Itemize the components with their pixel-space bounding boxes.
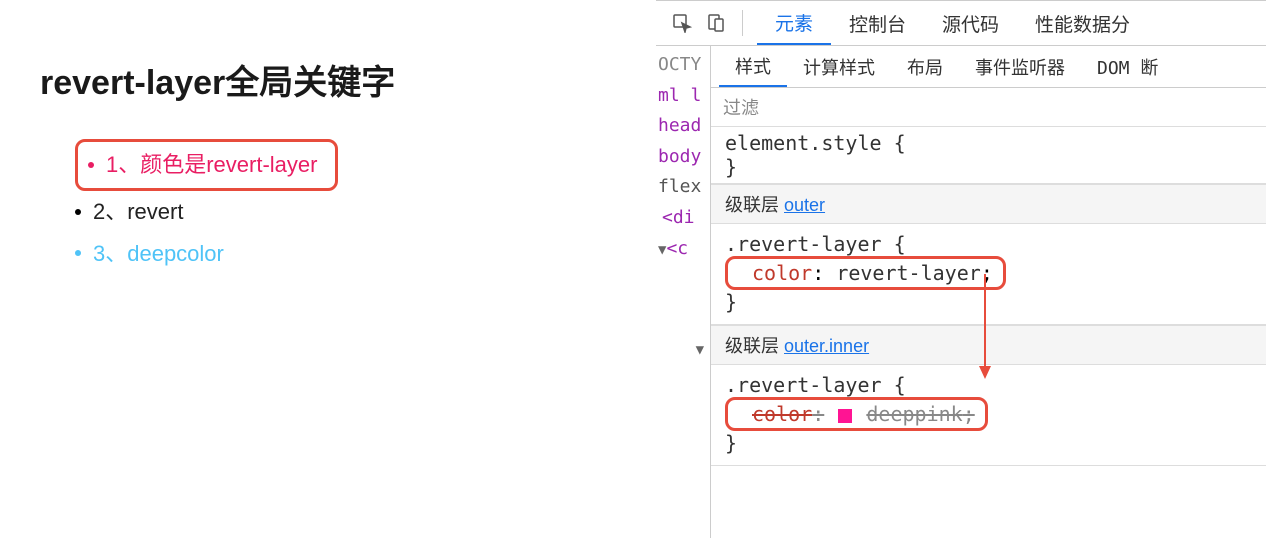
tab-performance[interactable]: 性能数据分 <box>1017 1 1148 45</box>
css-property[interactable]: color <box>752 402 812 426</box>
list-item-text: 1、颜色是revert-layer <box>106 144 317 186</box>
dom-line[interactable]: ml l <box>656 81 710 112</box>
separator <box>742 10 743 36</box>
css-value[interactable]: revert-layer <box>836 261 981 285</box>
dom-line[interactable]: <di <box>656 203 710 234</box>
tab-console[interactable]: 控制台 <box>831 1 924 45</box>
dom-line[interactable]: ▼<c <box>656 234 710 265</box>
element-style-rule[interactable]: element.style { } <box>711 127 1266 184</box>
dom-line[interactable]: body <box>656 142 710 173</box>
tab-elements[interactable]: 元素 <box>757 1 831 45</box>
dom-line[interactable]: head <box>656 111 710 142</box>
dom-line[interactable]: ▼ <box>656 334 710 365</box>
filter-input[interactable]: 过滤 <box>711 88 1266 127</box>
selector: element.style <box>725 131 882 155</box>
device-icon[interactable] <box>704 11 728 35</box>
dom-tree[interactable]: OCTY ml l head body flex <di ▼<c ▼ <box>656 46 710 538</box>
subtab-layout[interactable]: 布局 <box>891 46 959 87</box>
subtab-computed[interactable]: 计算样式 <box>787 46 891 87</box>
page-preview: revert-layer全局关键字 1、颜色是revert-layer 2、re… <box>0 0 656 538</box>
styles-panel: 样式 计算样式 布局 事件监听器 DOM 断 过滤 element.style … <box>710 46 1266 538</box>
list-item: 2、revert <box>75 191 616 233</box>
bullet-icon <box>75 250 81 256</box>
css-property[interactable]: color <box>752 261 812 285</box>
highlight-box: color: revert-layer; <box>725 256 1006 290</box>
list-item-text: 2、revert <box>93 191 183 233</box>
color-swatch-icon[interactable] <box>838 409 852 423</box>
bullet-icon <box>75 209 81 215</box>
tab-sources[interactable]: 源代码 <box>924 1 1017 45</box>
open-brace: { <box>894 131 906 155</box>
css-value[interactable]: deeppink <box>866 402 962 426</box>
close-brace: } <box>725 290 737 314</box>
css-rule[interactable]: .revert-layer { color: revert-layer; } <box>711 224 1266 325</box>
subtab-styles[interactable]: 样式 <box>719 46 787 87</box>
list-item-text: 3、deepcolor <box>93 233 224 275</box>
example-list: 1、颜色是revert-layer 2、revert 3、deepcolor <box>40 139 616 274</box>
open-brace: { <box>894 232 906 256</box>
cascade-layer-header: 级联层 outer <box>711 184 1266 224</box>
page-title: revert-layer全局关键字 <box>40 55 616 104</box>
cascade-layer-header: 级联层 outer.inner <box>711 325 1266 365</box>
list-item: 1、颜色是revert-layer <box>75 139 616 191</box>
highlight-box: color: deeppink; <box>725 397 988 431</box>
highlight-box: 1、颜色是revert-layer <box>75 139 338 191</box>
cascade-label: 级联层 <box>725 195 779 215</box>
triangle-down-icon[interactable]: ▼ <box>696 339 704 363</box>
styles-subtabs: 样式 计算样式 布局 事件监听器 DOM 断 <box>711 46 1266 88</box>
devtools-toolbar: 元素 控制台 源代码 性能数据分 <box>656 1 1266 46</box>
cascade-link[interactable]: outer.inner <box>784 336 869 356</box>
selector: .revert-layer <box>725 232 882 256</box>
close-brace: } <box>725 155 737 179</box>
selector: .revert-layer <box>725 373 882 397</box>
bullet-icon <box>88 162 94 168</box>
inspect-icon[interactable] <box>670 11 694 35</box>
css-rule[interactable]: .revert-layer { color: deeppink; } <box>711 365 1266 466</box>
cascade-link[interactable]: outer <box>784 195 825 215</box>
close-brace: } <box>725 431 737 455</box>
subtab-listeners[interactable]: 事件监听器 <box>959 46 1081 87</box>
dom-line[interactable]: flex <box>656 172 710 203</box>
open-brace: { <box>894 373 906 397</box>
cascade-label: 级联层 <box>725 336 779 356</box>
dom-line[interactable]: OCTY <box>656 50 710 81</box>
devtools-panel: 元素 控制台 源代码 性能数据分 OCTY ml l head body fle… <box>656 0 1266 538</box>
list-item: 3、deepcolor <box>75 233 616 275</box>
subtab-dom-breakpoints[interactable]: DOM 断 <box>1081 46 1174 87</box>
